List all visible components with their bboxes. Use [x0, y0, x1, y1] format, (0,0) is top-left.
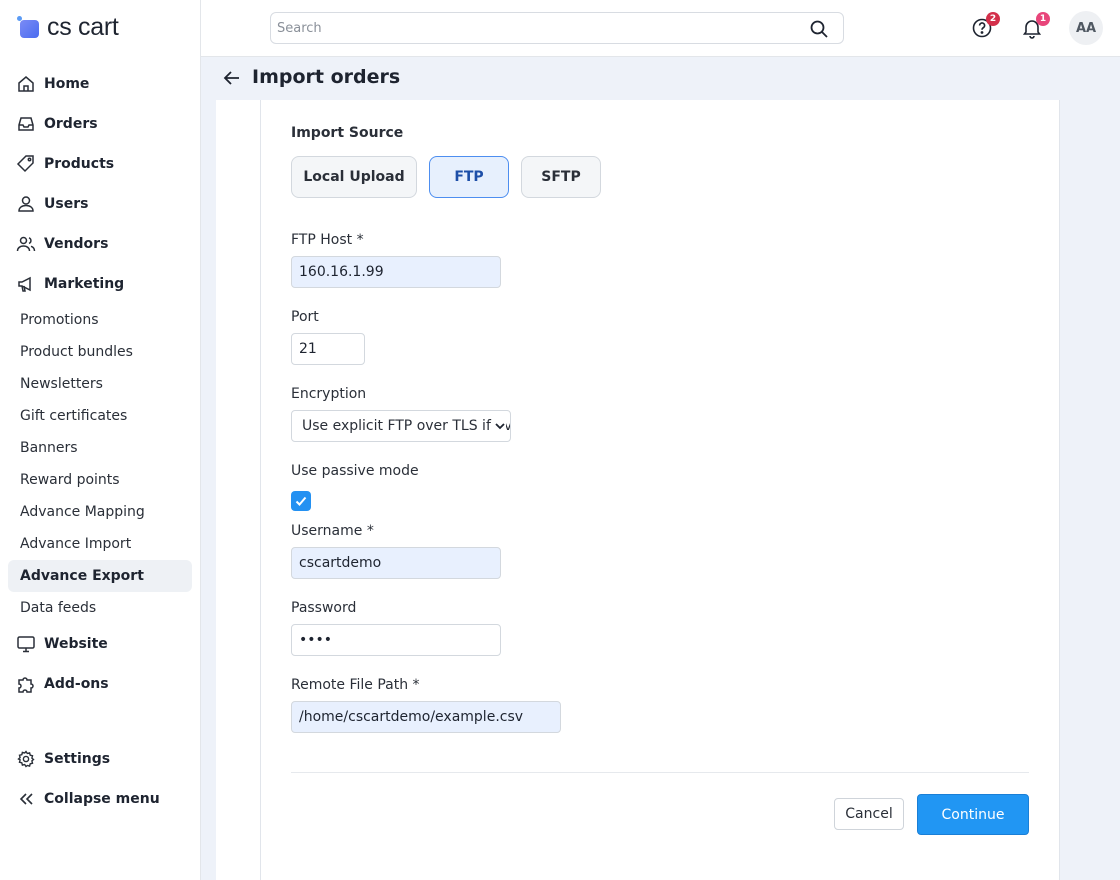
- sidebar-item-label: Home: [44, 76, 90, 92]
- main-content: Import Source Local Upload FTP SFTP FTP …: [201, 100, 1120, 880]
- notifications-button[interactable]: 1: [1020, 12, 1050, 40]
- chevron-down-icon: [494, 420, 506, 432]
- search-icon[interactable]: [809, 19, 829, 39]
- puzzle-icon: [16, 674, 36, 694]
- sidebar-subitem-gift-certificates[interactable]: Gift certificates: [0, 400, 200, 432]
- sidebar-item-label: Users: [44, 196, 89, 212]
- sidebar-item-label: Products: [44, 156, 115, 172]
- megaphone-icon: [16, 274, 36, 294]
- sidebar-item-collapse-menu[interactable]: Collapse menu: [0, 779, 200, 819]
- password-label: Password: [291, 600, 357, 616]
- sidebar-item-website[interactable]: Website: [0, 624, 200, 664]
- gear-icon: [16, 749, 36, 769]
- sidebar-item-label: Marketing: [44, 276, 125, 292]
- sidebar-item-marketing[interactable]: Marketing: [0, 264, 200, 304]
- source-local-upload-button[interactable]: Local Upload: [291, 156, 417, 198]
- sidebar-item-label: Orders: [44, 116, 98, 132]
- username-field[interactable]: [291, 547, 501, 579]
- ftp-host-field[interactable]: [291, 256, 501, 288]
- avatar[interactable]: AA: [1069, 11, 1103, 45]
- sidebar-item-label: Website: [44, 636, 108, 652]
- top-bar: 2 1 AA: [201, 0, 1120, 57]
- logo-text: cs cart: [47, 12, 119, 41]
- tag-icon: [16, 154, 36, 174]
- sidebar-subitem-promotions[interactable]: Promotions: [0, 304, 200, 336]
- sidebar-item-add-ons[interactable]: Add-ons: [0, 664, 200, 704]
- import-card: [260, 100, 1060, 880]
- sidebar-item-label: Settings: [44, 751, 111, 767]
- sidebar-item-label: Add-ons: [44, 676, 109, 692]
- search-box: [270, 12, 844, 44]
- remote-file-path-field[interactable]: [291, 701, 561, 733]
- sidebar-item-label: Collapse menu: [44, 791, 160, 807]
- section-title: Import Source: [291, 125, 404, 141]
- username-label: Username *: [291, 523, 374, 539]
- sidebar: cs cart Home Orders Products Users Vendo…: [0, 0, 201, 880]
- checkmark-icon: [295, 496, 307, 506]
- sidebar-subitem-data-feeds[interactable]: Data feeds: [0, 592, 200, 624]
- sidebar-subitem-newsletters[interactable]: Newsletters: [0, 368, 200, 400]
- sidebar-item-home[interactable]: Home: [0, 64, 200, 104]
- source-sftp-button[interactable]: SFTP: [521, 156, 601, 198]
- sidebar-nav: Home Orders Products Users Vendors Marke…: [0, 64, 200, 704]
- remote-file-path-label: Remote File Path *: [291, 677, 420, 693]
- sidebar-item-settings[interactable]: Settings: [0, 739, 200, 779]
- help-badge: 2: [986, 12, 1000, 26]
- sidebar-subitem-reward-points[interactable]: Reward points: [0, 464, 200, 496]
- encryption-label: Encryption: [291, 386, 367, 402]
- divider: [291, 772, 1029, 773]
- user-icon: [16, 194, 36, 214]
- page-header: Import orders: [201, 57, 1120, 100]
- users-icon: [16, 234, 36, 254]
- sidebar-subitem-banners[interactable]: Banners: [0, 432, 200, 464]
- continue-button[interactable]: Continue: [917, 794, 1029, 835]
- sidebar-item-vendors[interactable]: Vendors: [0, 224, 200, 264]
- double-chevron-left-icon: [16, 789, 36, 809]
- help-button[interactable]: 2: [970, 12, 1000, 40]
- back-arrow-icon[interactable]: [221, 67, 243, 89]
- port-field[interactable]: [291, 333, 365, 365]
- home-icon: [16, 74, 36, 94]
- source-ftp-button[interactable]: FTP: [429, 156, 509, 198]
- ftp-host-label: FTP Host *: [291, 232, 364, 248]
- sidebar-bottom: Settings Collapse menu: [0, 739, 200, 819]
- sidebar-item-orders[interactable]: Orders: [0, 104, 200, 144]
- passive-mode-label: Use passive mode: [291, 463, 419, 479]
- sidebar-item-users[interactable]: Users: [0, 184, 200, 224]
- inbox-icon: [16, 114, 36, 134]
- logo[interactable]: cs cart: [17, 12, 119, 42]
- cancel-button[interactable]: Cancel: [834, 798, 904, 830]
- page-title: Import orders: [252, 66, 401, 88]
- monitor-icon: [16, 634, 36, 654]
- password-field[interactable]: [291, 624, 501, 656]
- sidebar-subitem-advance-import[interactable]: Advance Import: [0, 528, 200, 560]
- sidebar-subitem-advance-mapping[interactable]: Advance Mapping: [0, 496, 200, 528]
- encryption-select[interactable]: Use explicit FTP over TLS if av: [291, 410, 511, 442]
- port-label: Port: [291, 309, 319, 325]
- sidebar-subitem-product-bundles[interactable]: Product bundles: [0, 336, 200, 368]
- logo-icon: [17, 16, 39, 38]
- search-input[interactable]: [271, 13, 791, 43]
- encryption-selected-value: Use explicit FTP over TLS if av: [302, 418, 511, 434]
- passive-mode-checkbox[interactable]: [291, 491, 311, 511]
- sidebar-subitem-advance-export[interactable]: Advance Export: [8, 560, 192, 592]
- sidebar-item-label: Vendors: [44, 236, 109, 252]
- notifications-badge: 1: [1036, 12, 1050, 26]
- sidebar-item-products[interactable]: Products: [0, 144, 200, 184]
